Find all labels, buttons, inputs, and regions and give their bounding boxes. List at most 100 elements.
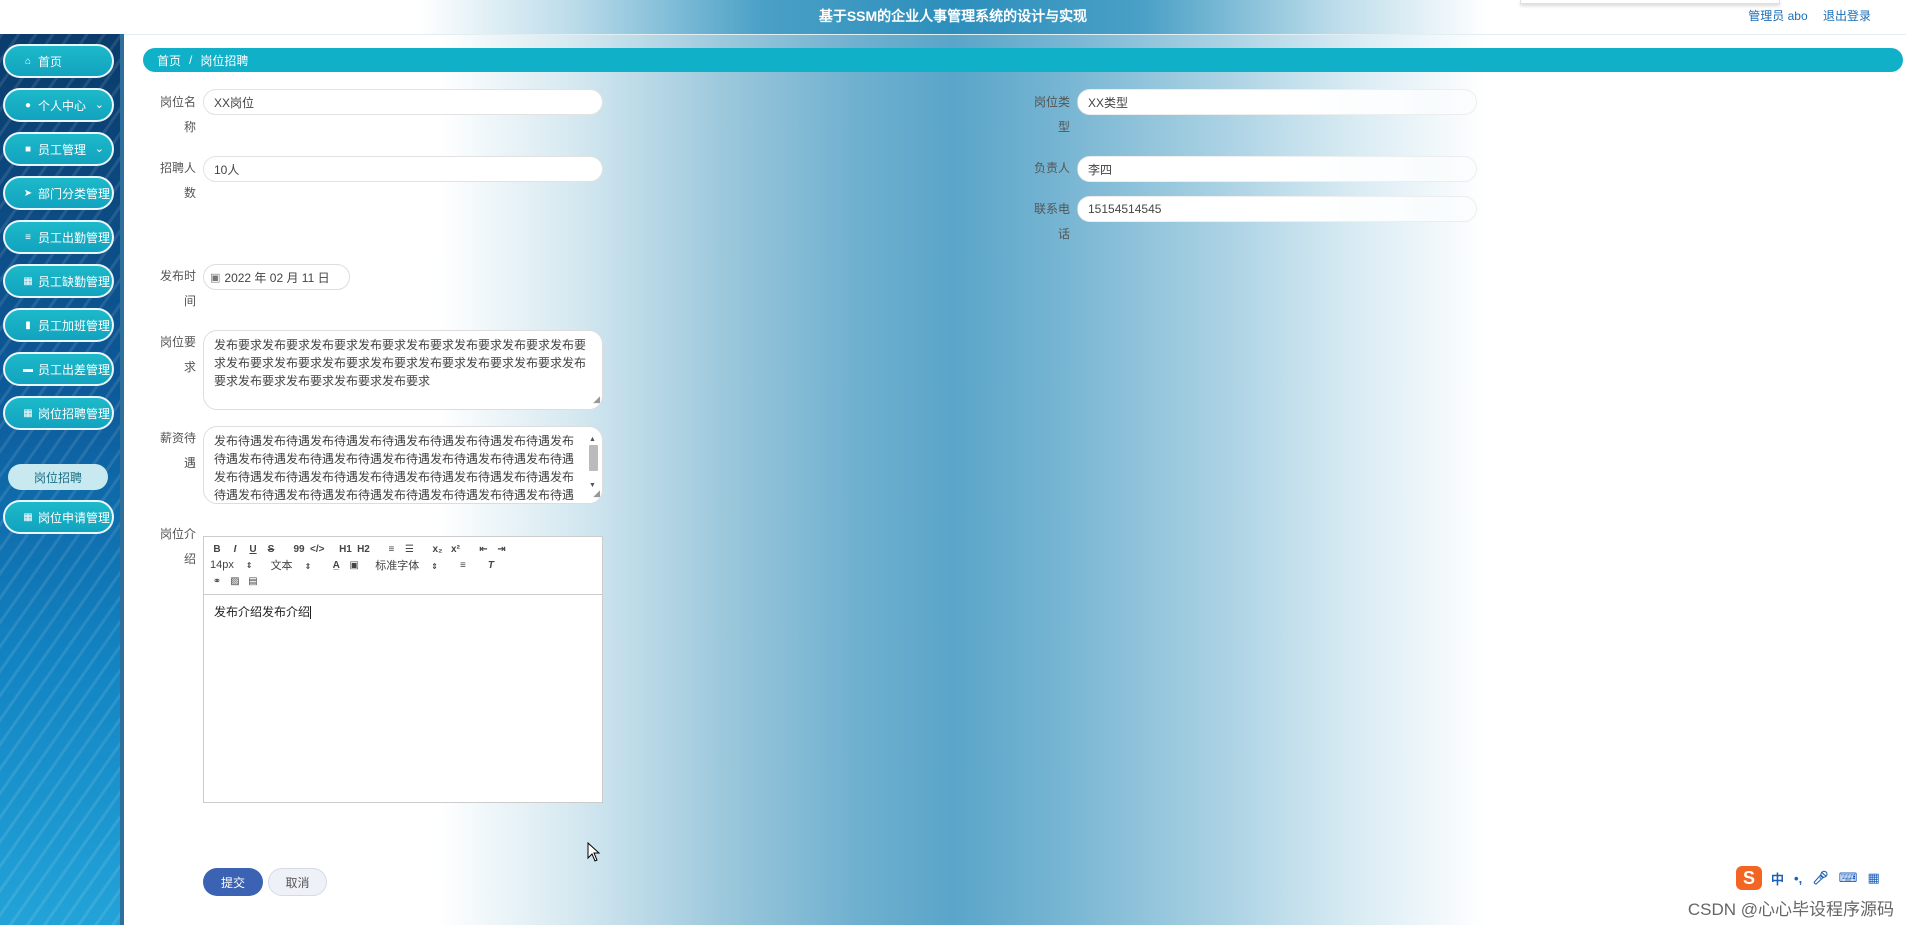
scroll-thumb[interactable]	[589, 445, 598, 471]
sidebar-item-absence[interactable]: ▦ 员工缺勤管理	[3, 264, 114, 298]
manager-value: 李四	[1088, 162, 1113, 177]
clear-format-icon[interactable]: T	[484, 560, 498, 571]
code-icon[interactable]: </>	[310, 544, 324, 555]
resize-handle-icon[interactable]: ◢	[593, 484, 600, 502]
position-type-label-line2: 型	[1057, 120, 1070, 134]
breadcrumb-current: 岗位招聘	[200, 53, 249, 68]
home-icon: ⌂	[24, 55, 32, 67]
sidebar-item-label: 部门分类管理	[38, 186, 111, 201]
editor-content[interactable]: 发布介绍发布介绍	[204, 595, 602, 628]
font-color-icon[interactable]: A̲	[329, 560, 343, 571]
ime-toolbar: S 中 •, 🎤︎ ⌨ ▦	[1736, 866, 1888, 890]
align-icon[interactable]: ≡	[456, 560, 470, 571]
microphone-icon[interactable]: 🎤︎	[1812, 870, 1829, 886]
publish-time-label-line2: 间	[183, 294, 196, 308]
font-size-select[interactable]: 14px ⇕	[210, 559, 253, 571]
sidebar-item-personal-center[interactable]: ● 个人中心 ⌄	[3, 88, 114, 122]
position-name-input[interactable]: XX岗位	[203, 89, 603, 115]
sidebar: ⌂ 首页 ● 个人中心 ⌄ ■ 员工管理 ⌄ ➤ 部门分类管理 ≡ 员工出勤管理…	[0, 34, 124, 925]
recruit-count-input[interactable]: 10人	[203, 156, 603, 182]
grid-icon: ▦	[23, 407, 33, 419]
cancel-button[interactable]: 取消	[268, 868, 327, 896]
superscript-icon[interactable]: x²	[448, 544, 462, 555]
italic-icon[interactable]: I	[228, 544, 242, 555]
publish-time-input[interactable]: ▣ 2022 年 02 月 11 日	[203, 264, 350, 290]
recruit-count-value: 10人	[214, 162, 240, 177]
video-icon[interactable]: ▤	[246, 576, 260, 587]
recruit-count-label-line2: 数	[183, 186, 196, 200]
text-caret	[310, 606, 312, 620]
quote-icon[interactable]: 99	[292, 544, 306, 555]
position-type-input[interactable]: XX类型	[1077, 89, 1477, 115]
position-name-label: 岗位名 称	[156, 90, 196, 140]
sidebar-item-home[interactable]: ⌂ 首页	[3, 44, 114, 78]
dropdown-shadow	[1520, 0, 1780, 4]
intro-rich-editor: B I U S 99 </> H1 H2 ≡ ☰ x₂ x² ⇤ ⇥ 14px ⇕…	[203, 536, 603, 803]
text-type-select[interactable]: 文本 ⇕	[271, 557, 312, 573]
sidebar-subitem-recruitment[interactable]: 岗位招聘	[8, 464, 108, 490]
position-name-value: XX岗位	[214, 95, 255, 110]
bullet-list-icon[interactable]: ☰	[402, 544, 416, 555]
salary-textarea[interactable]: 发布待遇发布待遇发布待遇发布待遇发布待遇发布待遇发布待遇发布待遇发布待遇发布待遇…	[203, 426, 603, 504]
strike-icon[interactable]: S	[264, 544, 278, 555]
sidebar-item-recruitment[interactable]: ▦ 岗位招聘管理	[3, 396, 114, 430]
requirements-label-line2: 求	[183, 360, 196, 374]
ime-language-toggle[interactable]: 中	[1771, 869, 1784, 888]
subscript-icon[interactable]: x₂	[430, 544, 444, 555]
font-family-value: 标准字体	[375, 560, 420, 572]
heading1-icon[interactable]: H1	[338, 544, 352, 555]
sidebar-item-employee[interactable]: ■ 员工管理 ⌄	[3, 132, 114, 166]
manager-label: 负责人	[1033, 161, 1070, 175]
sidebar-item-business-trip[interactable]: ▬ 员工出差管理	[3, 352, 114, 386]
position-type-label: 岗位类 型	[1030, 90, 1070, 140]
phone-value: 15154514545	[1088, 202, 1162, 216]
admin-link[interactable]: 管理员 abo	[1748, 9, 1807, 23]
manager-input[interactable]: 李四	[1077, 156, 1477, 182]
resize-handle-icon[interactable]: ◢	[593, 390, 600, 408]
breadcrumb-home[interactable]: 首页	[157, 52, 181, 69]
requirements-label-line1: 岗位要	[159, 335, 196, 349]
editor-toolbar: B I U S 99 </> H1 H2 ≡ ☰ x₂ x² ⇤ ⇥ 14px ⇕…	[204, 537, 602, 595]
salary-label-line1: 薪资待	[159, 431, 196, 445]
phone-input[interactable]: 15154514545	[1077, 196, 1477, 222]
font-family-select[interactable]: 标准字体 ⇕	[375, 557, 438, 573]
sidebar-item-overtime[interactable]: ▮ 员工加班管理	[3, 308, 114, 342]
sidebar-item-label: 首页	[38, 54, 63, 69]
sidebar-item-label: 员工出勤管理	[38, 230, 111, 245]
sidebar-item-label: 员工缺勤管理	[38, 274, 111, 289]
ime-punctuation-icon[interactable]: •,	[1794, 871, 1802, 886]
sidebar-item-department[interactable]: ➤ 部门分类管理	[3, 176, 114, 210]
outdent-icon[interactable]: ⇤	[476, 544, 490, 555]
sidebar-item-application[interactable]: ▦ 岗位申请管理	[3, 500, 114, 534]
recruit-count-label-line1: 招聘人	[159, 161, 196, 175]
ordered-list-icon[interactable]: ≡	[384, 544, 398, 555]
background-color-icon[interactable]: ▣	[347, 560, 361, 571]
chevron-down-icon: ⌄	[94, 143, 104, 155]
grid-icon: ▦	[23, 511, 33, 523]
image-icon[interactable]: ▨	[228, 576, 242, 587]
list-icon: ≡	[25, 231, 31, 243]
heading2-icon[interactable]: H2	[356, 544, 370, 555]
indent-icon[interactable]: ⇥	[494, 544, 508, 555]
link-icon[interactable]: ⚭	[210, 576, 224, 587]
grid-menu-icon[interactable]: ▦	[1867, 870, 1879, 886]
logout-link[interactable]: 退出登录	[1823, 9, 1871, 23]
sidebar-item-attendance[interactable]: ≡ 员工出勤管理	[3, 220, 114, 254]
position-type-value: XX类型	[1088, 95, 1129, 110]
user-links: 管理员 abo 退出登录	[1736, 7, 1871, 24]
publish-time-value: 2022 年 02 月 11 日	[224, 270, 330, 285]
intro-label-line1: 岗位介	[159, 527, 196, 541]
requirements-textarea[interactable]: 发布要求发布要求发布要求发布要求发布要求发布要求发布要求发布要求发布要求发布要求…	[203, 330, 603, 410]
sogou-logo-icon[interactable]: S	[1736, 866, 1762, 890]
select-arrows-icon: ⇕	[304, 562, 312, 571]
submit-button[interactable]: 提交	[203, 868, 263, 896]
bold-icon[interactable]: B	[210, 544, 224, 555]
intro-label-line2: 绍	[183, 552, 196, 566]
top-bar: 基于SSM的企业人事管理系统的设计与实现 管理员 abo 退出登录	[0, 0, 1906, 35]
user-icon: ●	[24, 99, 32, 111]
square-icon: ■	[24, 143, 32, 155]
watermark: CSDN @心心毕设程序源码	[1687, 900, 1894, 919]
underline-icon[interactable]: U	[246, 544, 260, 555]
keyboard-icon[interactable]: ⌨	[1839, 870, 1858, 886]
scrollbar[interactable]: ▲ ▼	[586, 429, 600, 489]
